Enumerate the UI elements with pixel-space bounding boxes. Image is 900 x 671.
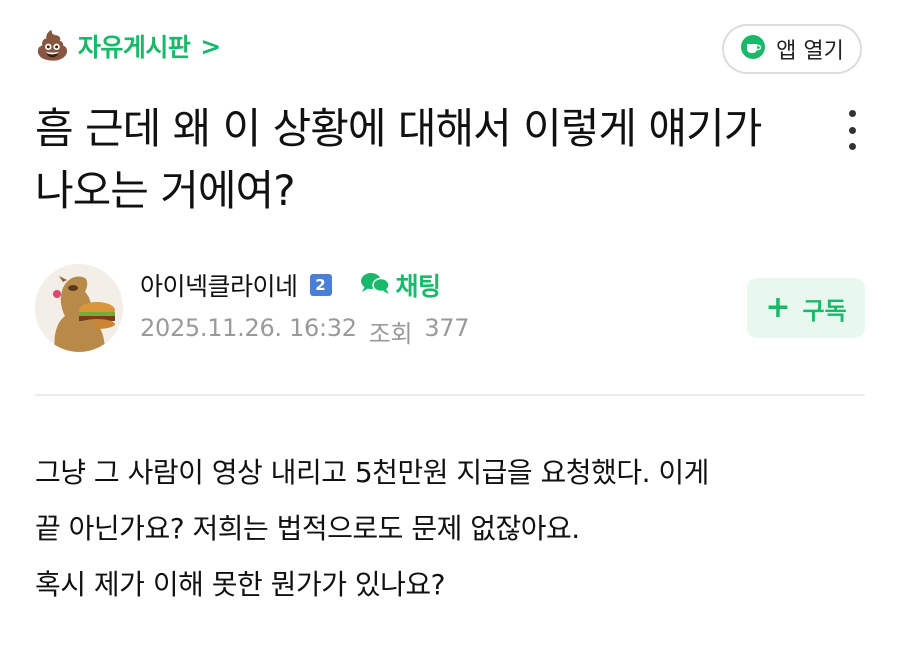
poop-icon: 💩 bbox=[35, 29, 70, 62]
body-line: 끝 아닌가요? 저희는 법적으로도 문제 없잖아요. bbox=[35, 512, 580, 545]
subscribe-label: 구독 bbox=[802, 296, 847, 325]
open-app-button[interactable]: 앱 열기 bbox=[722, 24, 862, 74]
author-info: 아이넥클라이네 2 채팅 bbox=[140, 267, 441, 303]
author-name[interactable]: 아이넥클라이네 bbox=[140, 267, 298, 303]
top-bar: 💩 자유게시판 > 앱 열기 bbox=[0, 0, 900, 95]
divider bbox=[35, 394, 865, 396]
more-options-icon[interactable] bbox=[838, 104, 866, 156]
post-date: 2025.11.26. 16:32 bbox=[140, 314, 357, 342]
post-body: 그냥 그 사람이 영상 내리고 5천만원 지급을 요청했다. 이게 끝 아닌가요… bbox=[35, 445, 865, 613]
dot bbox=[848, 143, 856, 150]
chat-button[interactable]: 채팅 bbox=[360, 267, 441, 303]
board-link[interactable]: 💩 자유게시판 > bbox=[35, 28, 221, 64]
level-badge: 2 bbox=[309, 274, 332, 296]
avatar[interactable] bbox=[35, 264, 123, 352]
open-app-label: 앱 열기 bbox=[776, 39, 844, 64]
dot bbox=[848, 126, 856, 134]
views-label: 조회 bbox=[368, 320, 413, 348]
views-count: 377 bbox=[424, 314, 470, 342]
plus-icon: + bbox=[765, 290, 791, 325]
board-name: 자유게시판 bbox=[77, 33, 191, 62]
post-meta: 2025.11.26. 16:32 조회 377 bbox=[140, 314, 470, 349]
body-line: 혹시 제가 이해 못한 뭔가가 있나요? bbox=[35, 568, 446, 601]
dot bbox=[848, 110, 856, 117]
chevron-right-icon: > bbox=[200, 31, 222, 61]
subscribe-button[interactable]: + 구독 bbox=[747, 278, 865, 338]
cup-icon bbox=[740, 34, 766, 64]
chat-label: 채팅 bbox=[395, 272, 442, 301]
post-title: 흠 근데 왜 이 상황에 대해서 이렇게 얘기가 나오는 거에여? bbox=[35, 104, 762, 215]
chat-bubble-icon bbox=[360, 271, 390, 299]
body-line: 그냥 그 사람이 영상 내리고 5천만원 지급을 요청했다. 이게 bbox=[35, 456, 709, 489]
